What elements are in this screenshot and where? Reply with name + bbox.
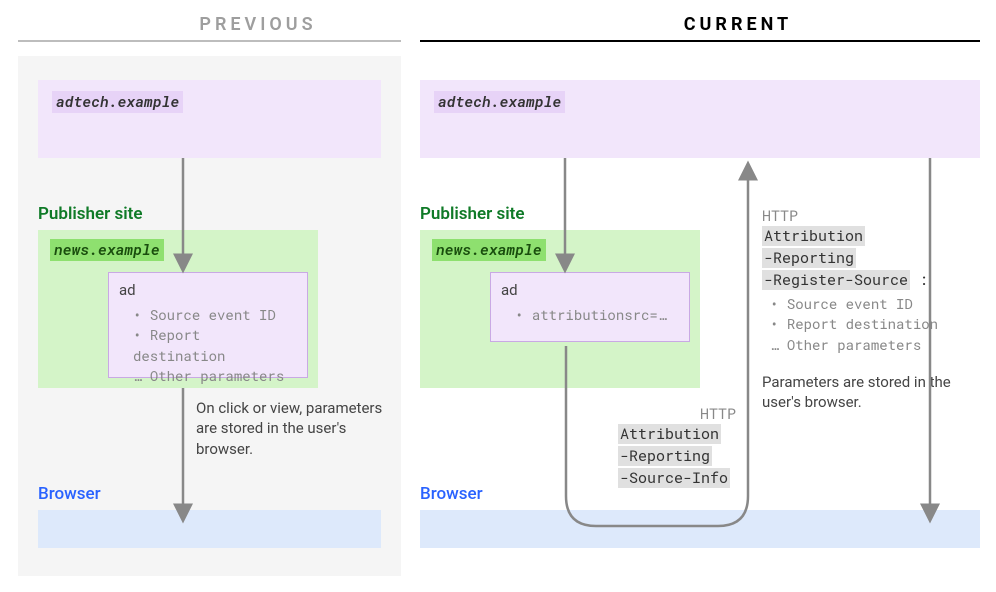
title-current: CURRENT — [498, 14, 978, 35]
req-header: Attribution -Reporting -Source-Info — [618, 424, 730, 489]
publisher-label-prev: Publisher site — [38, 204, 143, 224]
adtech-box-curr: adtech.example — [420, 80, 980, 158]
resp-param-3: Other parameters — [770, 335, 938, 355]
adtech-box-prev: adtech.example — [38, 80, 381, 158]
publisher-box-curr: news.example ad attributionsrc=… — [420, 230, 700, 388]
ad-title-curr: ad — [501, 281, 679, 299]
ad-param-1: Source event ID — [133, 305, 297, 325]
ad-box-prev: ad Source event ID Report destination Ot… — [108, 272, 308, 378]
browser-box-prev — [38, 510, 381, 548]
note-current: Parameters are stored in the user's brow… — [762, 372, 962, 413]
browser-label-curr: Browser — [420, 484, 483, 504]
resp-header: Attribution -Reporting -Register-Source … — [762, 226, 928, 291]
news-label-curr: news.example — [432, 239, 546, 261]
ad-param-2: Report destination — [133, 325, 297, 366]
ad-title-prev: ad — [119, 281, 297, 299]
panel-previous: adtech.example Publisher site news.examp… — [18, 56, 401, 576]
ad-param-3: Other parameters — [133, 366, 297, 386]
resp-params: Source event ID Report destination Other… — [770, 294, 938, 355]
rule-current — [420, 40, 980, 42]
ad-params-curr: attributionsrc=… — [501, 305, 679, 325]
adtech-label-curr: adtech.example — [434, 91, 565, 113]
publisher-label-curr: Publisher site — [420, 204, 525, 224]
resp-param-2: Report destination — [770, 314, 938, 334]
http-label-req: HTTP — [700, 404, 736, 424]
title-previous: PREVIOUS — [18, 14, 498, 35]
resp-param-1: Source event ID — [770, 294, 938, 314]
rule-previous — [18, 40, 401, 42]
http-label-resp: HTTP — [762, 206, 798, 226]
ad-param-attrsrc: attributionsrc=… — [515, 305, 679, 325]
publisher-box-prev: news.example ad Source event ID Report d… — [38, 230, 318, 388]
ad-params-prev: Source event ID Report destination Other… — [119, 305, 297, 386]
browser-label-prev: Browser — [38, 484, 101, 504]
note-previous: On click or view, parameters are stored … — [196, 398, 396, 459]
browser-box-curr — [420, 510, 980, 548]
adtech-label-prev: adtech.example — [52, 91, 183, 113]
ad-box-curr: ad attributionsrc=… — [490, 272, 690, 342]
news-label-prev: news.example — [50, 239, 164, 261]
